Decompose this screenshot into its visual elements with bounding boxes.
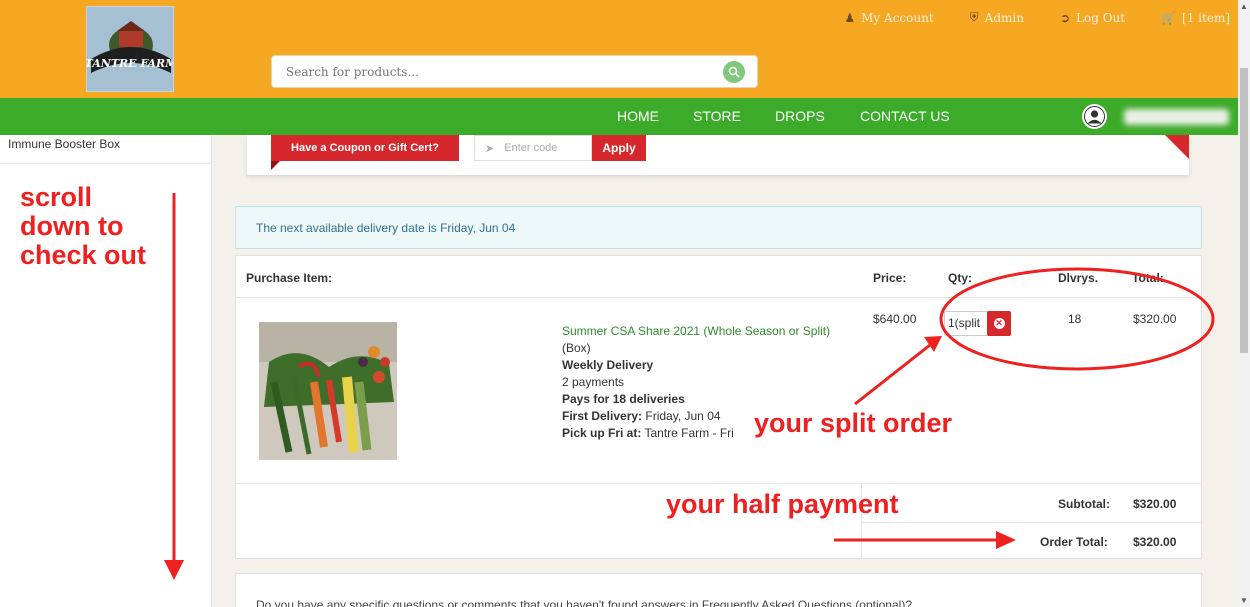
close-icon: ✕ bbox=[993, 318, 1005, 329]
farm-logo[interactable]: TANTRE FARM bbox=[86, 6, 174, 92]
search-button[interactable] bbox=[723, 61, 745, 83]
delivery-notice: The next available delivery date is Frid… bbox=[235, 206, 1202, 249]
coupon-box: Have a Coupon or Gift Cert? ➤ Enter code… bbox=[247, 135, 1189, 175]
site-header: TANTRE FARM ♟ My Account ⛨ Admin ➲ Log O… bbox=[0, 0, 1238, 98]
cart-main: Have a Coupon or Gift Cert? ➤ Enter code… bbox=[212, 135, 1238, 607]
header-purchase-item: Purchase Item: bbox=[246, 271, 333, 285]
header-qty: Qty: bbox=[948, 271, 972, 285]
cart-header-row: Purchase Item: Price: Qty: Dlvrys. Total… bbox=[236, 256, 1201, 298]
cart-item-row: Summer CSA Share 2021 (Whole Season or S… bbox=[236, 298, 1201, 484]
apply-coupon-button[interactable]: Apply bbox=[592, 135, 646, 161]
item-deliveries: 18 bbox=[1068, 312, 1082, 326]
coupon-corner-decoration bbox=[1165, 135, 1189, 159]
nav-contact[interactable]: CONTACT US bbox=[860, 108, 950, 124]
sidebar-item-immune-booster-box[interactable]: Immune Booster Box bbox=[8, 137, 120, 151]
order-total-value: $320.00 bbox=[1133, 535, 1177, 549]
annotation-split-order: your split order bbox=[754, 408, 953, 438]
quantity-field[interactable]: 1(split bbox=[944, 311, 990, 336]
avatar[interactable] bbox=[1082, 104, 1107, 129]
subtotal-label: Subtotal: bbox=[1058, 497, 1110, 511]
product-title-line: Summer CSA Share 2021 (Whole Season or S… bbox=[562, 323, 847, 357]
logout-link[interactable]: ➲ Log Out bbox=[1060, 10, 1125, 25]
sidebar-divider bbox=[0, 163, 212, 164]
product-image[interactable] bbox=[259, 322, 397, 460]
coupon-flag-fold bbox=[271, 161, 280, 170]
page-scrollbar[interactable]: ▲ ▼ bbox=[1238, 0, 1250, 607]
user-icon: ♟ bbox=[844, 10, 856, 25]
coupon-code-input[interactable]: ➤ Enter code bbox=[474, 135, 592, 161]
search-input[interactable] bbox=[272, 56, 712, 87]
annotation-scroll-down: scroll down to check out bbox=[20, 182, 147, 270]
scroll-up-icon[interactable]: ▲ bbox=[1240, 2, 1248, 11]
product-name-link[interactable]: Summer CSA Share 2021 (Whole Season or S… bbox=[562, 324, 830, 338]
profile-icon bbox=[1084, 106, 1105, 127]
header-deliveries: Dlvrys. bbox=[1058, 271, 1099, 285]
item-total: $320.00 bbox=[1133, 312, 1177, 326]
product-type: (Box) bbox=[562, 341, 591, 355]
subtotal-value: $320.00 bbox=[1133, 497, 1177, 511]
admin-link[interactable]: ⛨ Admin bbox=[970, 10, 1024, 25]
vegetable-photo bbox=[259, 322, 397, 460]
pays-for: Pays for 18 deliveries bbox=[562, 392, 685, 406]
nav-home[interactable]: HOME bbox=[617, 108, 659, 124]
order-total-label: Order Total: bbox=[1040, 535, 1108, 549]
logo-graphic: TANTRE FARM bbox=[87, 7, 174, 91]
scroll-thumb[interactable] bbox=[1240, 68, 1248, 353]
nav-drops[interactable]: DROPS bbox=[775, 108, 825, 124]
nav-store[interactable]: STORE bbox=[693, 108, 741, 124]
delivery-schedule: Weekly Delivery bbox=[562, 358, 654, 372]
main-nav: HOME STORE DROPS CONTACT US bbox=[0, 98, 1238, 135]
tag-icon: ➤ bbox=[485, 142, 495, 155]
account-links: ♟ My Account ⛨ Admin ➲ Log Out 🛒 [1 item… bbox=[808, 10, 1230, 25]
logout-icon: ➲ bbox=[1059, 10, 1071, 25]
search-bar bbox=[271, 55, 758, 88]
header-total: Total: bbox=[1132, 271, 1164, 285]
search-icon bbox=[728, 66, 740, 78]
cart-link[interactable]: 🛒 [1 item] bbox=[1161, 10, 1230, 25]
shield-icon: ⛨ bbox=[969, 10, 979, 24]
remove-item-button[interactable]: ✕ bbox=[987, 311, 1011, 336]
username-redacted bbox=[1124, 109, 1229, 125]
svg-text:TANTRE FARM: TANTRE FARM bbox=[87, 57, 174, 70]
faq-prompt: Do you have any specific questions or co… bbox=[256, 598, 912, 607]
comments-box: Do you have any specific questions or co… bbox=[235, 573, 1202, 607]
my-account-link[interactable]: ♟ My Account bbox=[844, 10, 933, 25]
cart-icon: 🛒 bbox=[1161, 10, 1177, 25]
scroll-down-icon[interactable]: ▼ bbox=[1240, 596, 1248, 605]
totals-row-divider bbox=[861, 522, 1203, 523]
item-price: $640.00 bbox=[873, 312, 917, 326]
coupon-label: Have a Coupon or Gift Cert? bbox=[271, 135, 459, 161]
payment-count: 2 payments bbox=[562, 375, 625, 389]
annotation-half-payment: your half payment bbox=[666, 489, 899, 519]
header-price: Price: bbox=[873, 271, 907, 285]
